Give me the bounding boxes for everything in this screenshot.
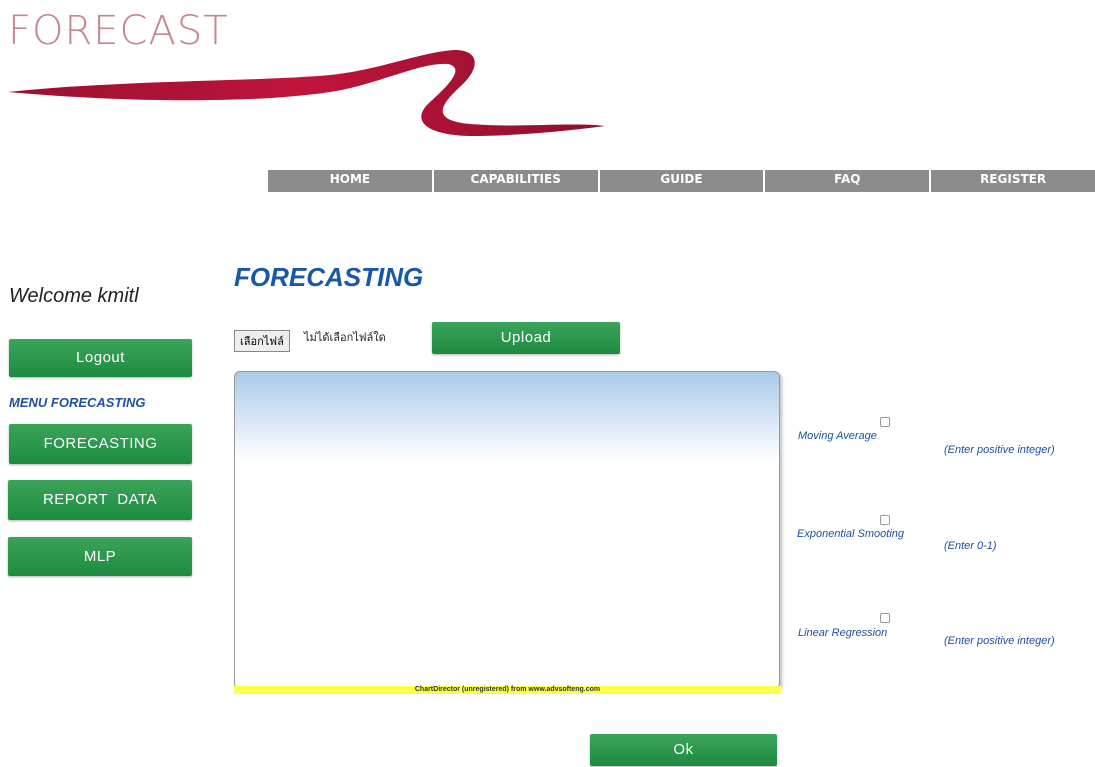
moving-average-label: Moving Average bbox=[798, 430, 877, 442]
chart-watermark: ChartDirector (unregistered) from www.ad… bbox=[234, 686, 781, 694]
linear-regression-checkbox[interactable] bbox=[880, 613, 890, 623]
nav-item-faq[interactable]: FAQ bbox=[765, 170, 932, 192]
linear-regression-label: Linear Regression bbox=[798, 627, 888, 639]
sidebar-item-mlp[interactable]: MLP bbox=[8, 537, 192, 576]
linear-regression-hint: (Enter positive integer) bbox=[944, 635, 1055, 647]
choose-file-button[interactable]: เลือกไฟล์ bbox=[234, 330, 290, 352]
nav-item-guide[interactable]: GUIDE bbox=[599, 170, 766, 192]
sidebar-item-forecasting[interactable]: FORECASTING bbox=[9, 424, 192, 464]
brush-swoosh-graphic bbox=[8, 50, 605, 136]
welcome-text: Welcome kmitl bbox=[9, 285, 139, 307]
nav-item-capabilities[interactable]: CAPABILITIES bbox=[433, 170, 600, 192]
page-title: FORECASTING bbox=[234, 262, 424, 292]
logout-button[interactable]: Logout bbox=[9, 339, 192, 377]
upload-button[interactable]: Upload bbox=[432, 322, 620, 354]
exponential-smoothing-checkbox[interactable] bbox=[880, 515, 890, 525]
nav-item-home[interactable]: HOME bbox=[268, 170, 434, 192]
menu-forecasting-heading: MENU FORECASTING bbox=[9, 395, 146, 410]
sidebar-item-report-data[interactable]: REPORT DATA bbox=[8, 480, 192, 520]
ok-button[interactable]: Ok bbox=[590, 734, 777, 766]
file-status-text: ไม่ได้เลือกไฟล์ใด bbox=[304, 332, 386, 344]
nav-item-register[interactable]: REGISTER bbox=[931, 170, 1095, 192]
top-nav-bar: HOME CAPABILITIES GUIDE FAQ REGISTER bbox=[268, 170, 1095, 192]
exponential-smoothing-hint: (Enter 0-1) bbox=[944, 540, 997, 552]
exponential-smoothing-label: Exponential Smooting bbox=[797, 528, 905, 540]
chart-area bbox=[234, 371, 780, 689]
moving-average-hint: (Enter positive integer) bbox=[944, 444, 1055, 456]
moving-average-checkbox[interactable] bbox=[880, 417, 890, 427]
